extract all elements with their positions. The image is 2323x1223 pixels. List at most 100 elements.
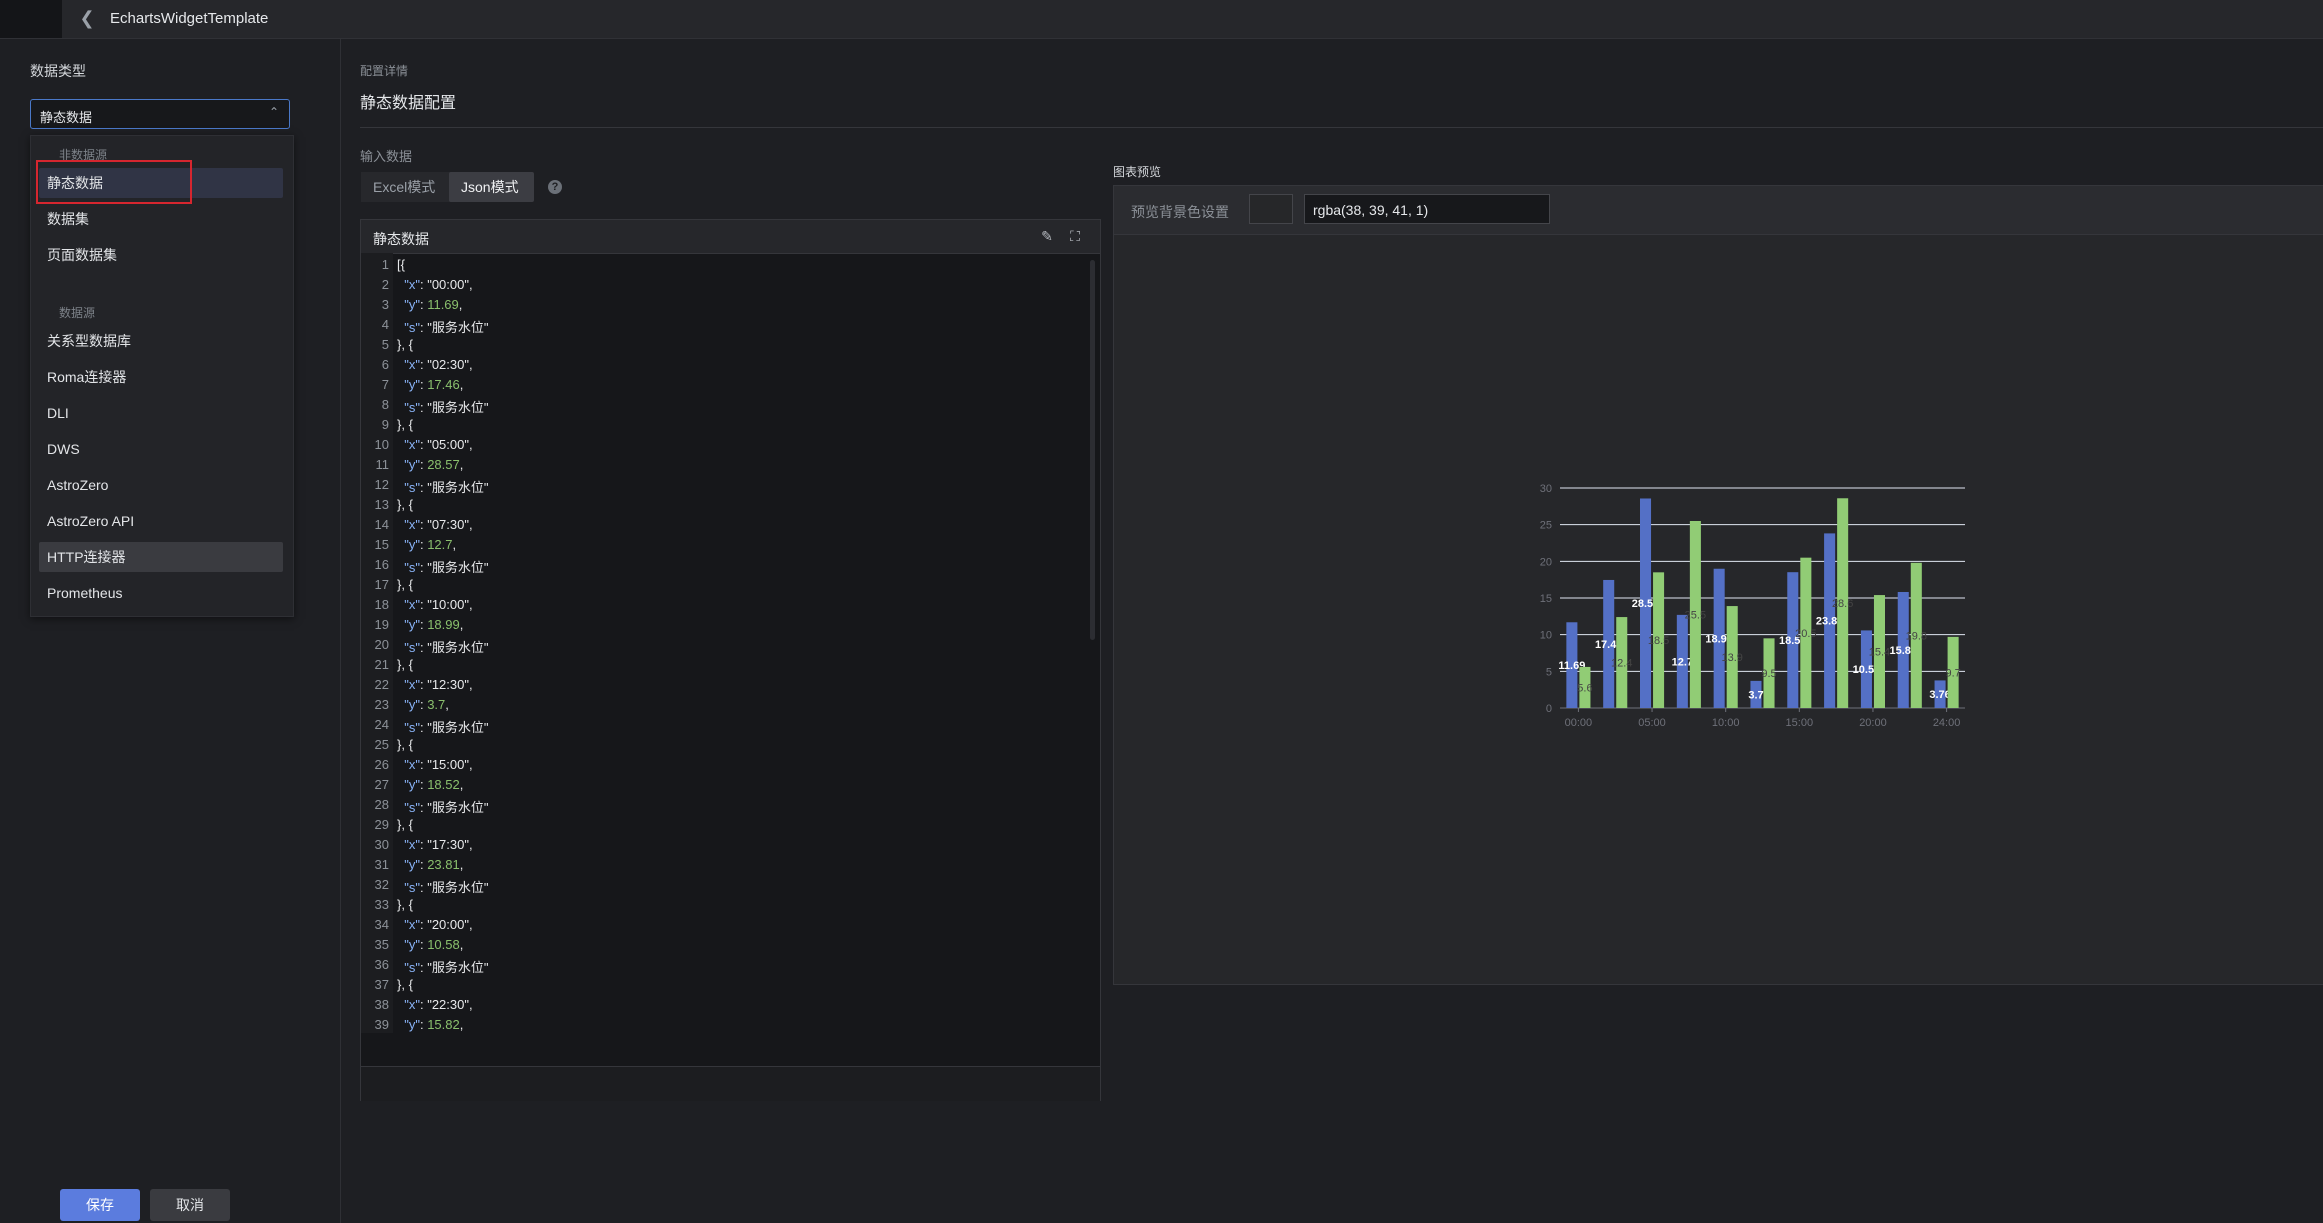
- help-icon[interactable]: ?: [548, 180, 562, 194]
- line-number: 13: [374, 497, 389, 512]
- data-label: 25.5: [1685, 610, 1706, 622]
- code-line: "s": "服务水位": [404, 800, 489, 815]
- line-number: 24: [374, 717, 389, 732]
- data-label: 3.76: [1929, 689, 1950, 701]
- data-type-select[interactable]: 静态数据 ⌃: [30, 99, 290, 129]
- code-line: "y": 10.58,: [404, 937, 464, 952]
- editor-scrollbar[interactable]: [1090, 260, 1095, 640]
- x-tick-label: 24:00: [1933, 717, 1961, 729]
- y-tick-label: 10: [1540, 630, 1552, 642]
- x-tick-label: 20:00: [1859, 717, 1887, 729]
- code-line: }, {: [397, 657, 413, 672]
- code-editor[interactable]: 静态数据 ✎ ⛶ 1 [{2 "x": "00:00", 3 "y": 11.69,…: [360, 219, 1101, 1101]
- line-number: 30: [374, 837, 389, 852]
- line-number: 19: [374, 617, 389, 632]
- dropdown-item-rdb[interactable]: 关系型数据库: [39, 326, 283, 356]
- config-subtitle: 配置详情: [360, 64, 409, 78]
- editor-header: 静态数据 ✎ ⛶: [361, 220, 1100, 254]
- x-tick-label: 00:00: [1565, 717, 1593, 729]
- data-label: 13.9: [1721, 652, 1742, 664]
- code-line: "x": "02:30",: [404, 357, 473, 372]
- color-swatch[interactable]: [1249, 194, 1293, 224]
- chevron-up-icon: ⌃: [268, 105, 279, 119]
- code-area[interactable]: 1 [{2 "x": "00:00", 3 "y": 11.69, 4 "s": "服…: [361, 253, 1100, 1033]
- code-line: "s": "服务水位": [404, 720, 489, 735]
- line-number: 2: [381, 277, 389, 292]
- code-line: "x": "20:00",: [404, 917, 473, 932]
- code-line: "y": 28.57,: [404, 457, 464, 472]
- data-label: 9.7: [1945, 667, 1960, 679]
- data-label: 3.7: [1748, 689, 1763, 701]
- code-line: "x": "05:00",: [404, 437, 473, 452]
- code-line: "x": "15:00",: [404, 757, 473, 772]
- eraser-icon[interactable]: ✎: [1037, 226, 1057, 246]
- dropdown-item-dataset[interactable]: 数据集: [39, 204, 283, 234]
- line-number: 23: [374, 697, 389, 712]
- dropdown-item-astrozero-api[interactable]: AstroZero API: [39, 506, 283, 536]
- line-number: 25: [374, 737, 389, 752]
- code-line: }, {: [397, 977, 413, 992]
- data-label: 19.8: [1906, 630, 1927, 642]
- chevron-left-icon[interactable]: ❮: [76, 6, 98, 30]
- line-number: 35: [374, 937, 389, 952]
- cancel-button[interactable]: 取消: [150, 1189, 230, 1221]
- line-number: 22: [374, 677, 389, 692]
- x-tick-label: 10:00: [1712, 717, 1740, 729]
- line-number: 28: [374, 797, 389, 812]
- line-number: 16: [374, 557, 389, 572]
- line-number: 27: [374, 777, 389, 792]
- save-button[interactable]: 保存: [60, 1189, 140, 1221]
- line-number: 18: [374, 597, 389, 612]
- line-number: 9: [381, 417, 389, 432]
- data-label: 20.5: [1795, 628, 1816, 640]
- tab-excel-mode[interactable]: Excel模式: [361, 172, 451, 202]
- y-tick-label: 5: [1546, 666, 1552, 678]
- code-line: "y": 11.69,: [404, 297, 463, 312]
- highlight-box: [36, 160, 192, 204]
- line-number: 34: [374, 917, 389, 932]
- data-label: 28.6: [1832, 598, 1853, 610]
- fullscreen-icon[interactable]: ⛶: [1065, 226, 1085, 246]
- code-line: "x": "00:00",: [404, 277, 473, 292]
- line-number: 8: [381, 397, 389, 412]
- config-title: 静态数据配置: [360, 95, 457, 112]
- line-number: 5: [381, 337, 389, 352]
- code-line: "s": "服务水位": [404, 400, 489, 415]
- code-line: }, {: [397, 497, 413, 512]
- left-panel: 数据类型 静态数据 ⌃ 非数据源 静态数据 数据集 页面数据集 数据源 关系型数…: [0, 39, 341, 1223]
- dropdown-item-http[interactable]: HTTP连接器: [39, 542, 283, 572]
- code-line: "x": "17:30",: [404, 837, 473, 852]
- dropdown-item-dli[interactable]: DLI: [39, 398, 283, 428]
- data-label: 12.7: [1672, 656, 1693, 668]
- divider: [360, 127, 2323, 128]
- line-number: 29: [374, 817, 389, 832]
- editor-footer: [361, 1066, 1100, 1101]
- code-line: }, {: [397, 417, 413, 432]
- tab-json-mode[interactable]: Json模式: [449, 172, 534, 202]
- bg-color-input[interactable]: rgba(38, 39, 41, 1): [1304, 194, 1550, 224]
- line-number: 26: [374, 757, 389, 772]
- code-line: }, {: [397, 337, 413, 352]
- dropdown-item-roma[interactable]: Roma连接器: [39, 362, 283, 392]
- data-label: 9.5: [1761, 668, 1776, 680]
- line-number: 7: [381, 377, 389, 392]
- line-number: 4: [381, 317, 389, 332]
- code-line: "y": 15.82,: [404, 1017, 464, 1032]
- dropdown-item-astrozero[interactable]: AstroZero: [39, 470, 283, 500]
- y-tick-label: 0: [1546, 703, 1552, 715]
- line-number: 32: [374, 877, 389, 892]
- dropdown-item-prometheus[interactable]: Prometheus: [39, 578, 283, 608]
- code-line: "y": 18.99,: [404, 617, 464, 632]
- top-bar: ❮ EchartsWidgetTemplate: [0, 0, 2323, 39]
- editor-title: 静态数据: [373, 231, 429, 247]
- code-line: }, {: [397, 817, 413, 832]
- code-line: "s": "服务水位": [404, 960, 489, 975]
- line-number: 38: [374, 997, 389, 1012]
- dropdown-item-dws[interactable]: DWS: [39, 434, 283, 464]
- code-line: [{: [397, 257, 405, 272]
- data-label: 12.4: [1611, 658, 1632, 670]
- dropdown-item-page-dataset[interactable]: 页面数据集: [39, 240, 283, 270]
- line-number: 21: [374, 657, 389, 672]
- data-label: 5.6: [1577, 682, 1592, 694]
- code-line: }, {: [397, 577, 413, 592]
